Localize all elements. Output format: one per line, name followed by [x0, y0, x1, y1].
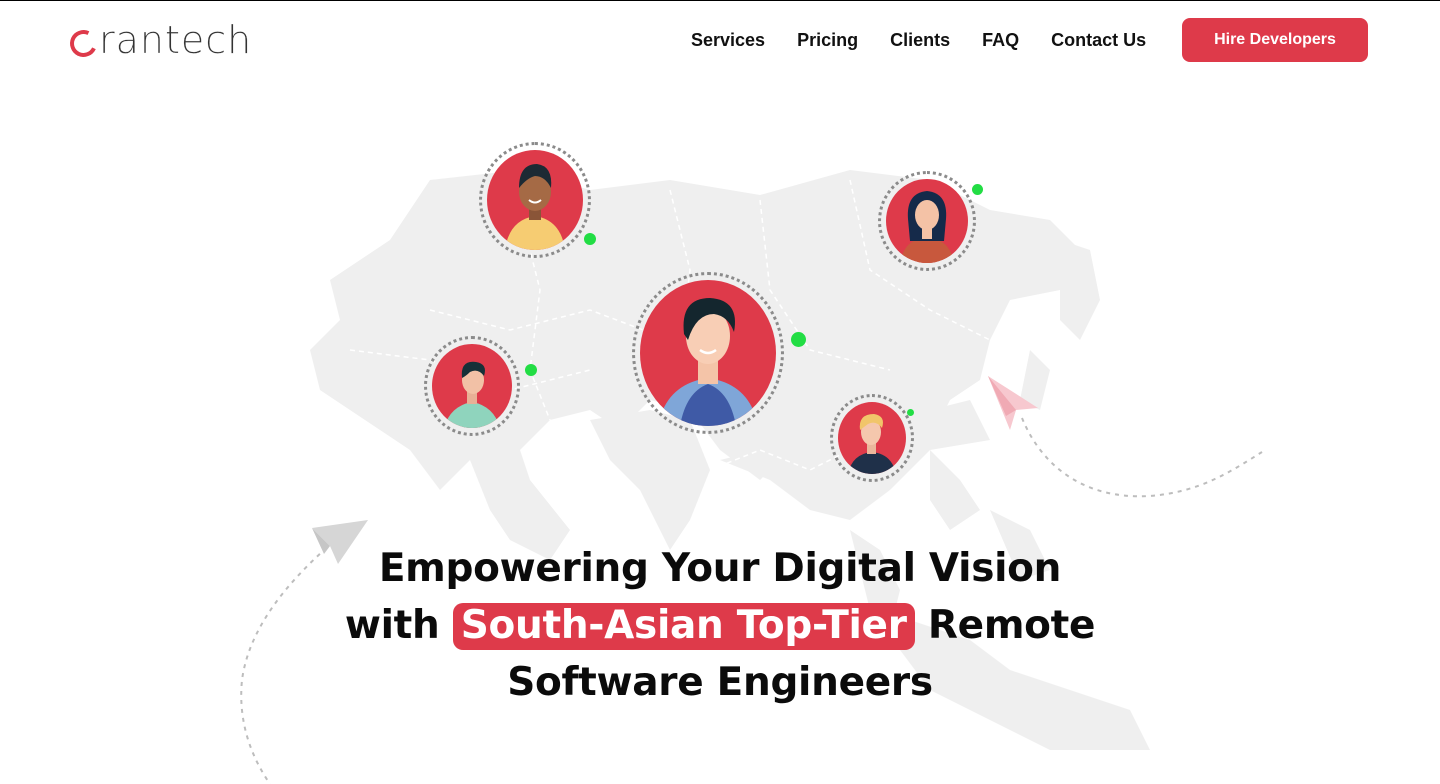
person-icon: [900, 191, 954, 263]
avatar-disc: [886, 179, 968, 263]
logo-wordmark: rantech: [99, 18, 253, 62]
nav-clients[interactable]: Clients: [890, 28, 950, 52]
person-icon: [658, 298, 758, 426]
avatar-disc: [432, 344, 512, 428]
developer-avatar: [424, 336, 520, 436]
avatar-disc: [838, 402, 906, 474]
developer-avatar: [878, 171, 976, 271]
headline-line-2: with South-Asian Top-Tier Remote: [0, 597, 1440, 654]
nav-faq[interactable]: FAQ: [982, 28, 1019, 52]
nav-pricing[interactable]: Pricing: [797, 28, 858, 52]
headline-line-1: Empowering Your Digital Vision: [378, 546, 1062, 591]
nav-contact-us[interactable]: Contact Us: [1051, 28, 1146, 52]
developer-avatar: [632, 272, 784, 434]
online-status-dot: [584, 233, 596, 245]
hire-developers-button[interactable]: Hire Developers: [1182, 18, 1368, 62]
person-icon: [848, 414, 896, 474]
headline-highlight: South-Asian Top-Tier: [452, 603, 915, 650]
developer-avatar: [830, 394, 914, 482]
online-status-dot: [972, 184, 983, 195]
main-nav: Services Pricing Clients FAQ Contact Us: [691, 28, 1146, 52]
brand-logo[interactable]: rantech: [66, 18, 280, 62]
person-icon: [505, 164, 565, 250]
person-icon: [444, 361, 500, 428]
paper-plane-icon: [988, 376, 1263, 498]
headline-line-2-post: Remote: [914, 603, 1096, 648]
site-header: rantech Services Pricing Clients FAQ Con…: [0, 0, 1440, 80]
avatar-disc: [487, 150, 583, 250]
developer-avatar: [479, 142, 591, 258]
avatar-disc: [640, 280, 776, 426]
headline-line-3: Software Engineers: [507, 660, 933, 705]
headline-line-2-pre: with: [344, 603, 453, 648]
online-status-dot: [907, 409, 914, 416]
c-ring-icon: [66, 25, 101, 61]
hero-headline: Empowering Your Digital Vision with Sout…: [0, 540, 1440, 711]
online-status-dot: [525, 364, 537, 376]
online-status-dot: [791, 332, 806, 347]
nav-services[interactable]: Services: [691, 28, 765, 52]
